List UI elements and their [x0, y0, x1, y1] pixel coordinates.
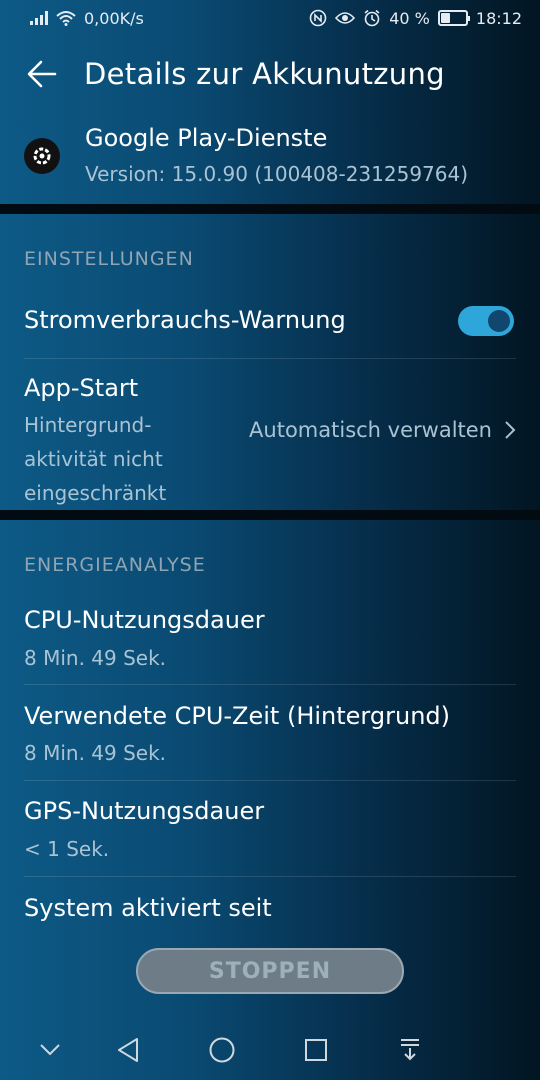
triangle-back-icon — [118, 1038, 138, 1062]
chevron-right-icon — [505, 421, 516, 439]
row-separator — [24, 684, 516, 685]
wifi-icon — [56, 11, 76, 26]
gear-icon — [33, 147, 51, 165]
alarm-icon — [364, 9, 380, 27]
toggle-knob — [488, 310, 510, 332]
app-start-value-text: Automatisch verwalten — [249, 418, 492, 442]
app-info: Google Play-Dienste Version: 15.0.90 (10… — [0, 120, 540, 200]
app-bar: Details zur Akkunutzung — [0, 46, 540, 102]
cpu-background-label: Verwendete CPU-Zeit (Hintergrund) — [24, 702, 450, 730]
section-label-settings: EINSTELLUNGEN — [24, 248, 194, 270]
signal-icon — [30, 11, 48, 25]
square-recents-icon — [305, 1039, 327, 1061]
arrow-left-icon — [27, 60, 57, 88]
nav-hide-button[interactable] — [32, 1032, 68, 1068]
nfc-icon — [309, 9, 327, 27]
app-icon — [24, 138, 60, 174]
status-bar: 0,00K/s 40 % 18:12 — [0, 0, 540, 36]
page-title: Details zur Akkunutzung — [84, 57, 445, 91]
row-separator — [24, 876, 516, 877]
app-start-value[interactable]: Automatisch verwalten — [249, 418, 516, 442]
power-warning-toggle[interactable] — [458, 306, 514, 336]
nav-home-button[interactable] — [204, 1032, 240, 1068]
eye-icon — [335, 12, 356, 24]
cpu-background-value: 8 Min. 49 Sek. — [24, 741, 167, 765]
navigation-bar — [0, 1020, 540, 1080]
section-divider — [0, 510, 540, 520]
battery-percent: 40 % — [389, 8, 430, 28]
row-separator — [24, 358, 516, 359]
battery-level-fill — [440, 13, 451, 23]
section-divider — [0, 204, 540, 214]
chevron-down-icon — [40, 1044, 60, 1056]
stop-button[interactable]: STOPPEN — [136, 948, 404, 994]
nav-notifications-button[interactable] — [392, 1032, 428, 1068]
section-label-energy: ENERGIEANALYSE — [24, 554, 206, 576]
app-version: Version: 15.0.90 (100408-231259764) — [85, 162, 469, 186]
nav-back-button[interactable] — [110, 1032, 146, 1068]
row-separator — [24, 780, 516, 781]
system-active-label: System aktiviert seit — [24, 894, 272, 922]
cpu-usage-label: CPU-Nutzungsdauer — [24, 606, 265, 634]
app-start-description: Hintergrund-aktivität nicht eingeschränk… — [24, 413, 167, 505]
gps-usage-label: GPS-Nutzungsdauer — [24, 797, 265, 825]
back-button[interactable] — [0, 46, 84, 102]
gps-usage-value: < 1 Sek. — [24, 837, 110, 861]
status-left: 0,00K/s — [30, 9, 144, 28]
app-name: Google Play-Dienste — [85, 124, 328, 152]
status-right: 40 % 18:12 — [309, 9, 522, 28]
nav-recents-button[interactable] — [298, 1032, 334, 1068]
cpu-usage-value: 8 Min. 49 Sek. — [24, 646, 167, 670]
pull-down-icon — [401, 1039, 419, 1061]
network-speed: 0,00K/s — [84, 8, 144, 28]
app-start-label[interactable]: App-Start — [24, 374, 138, 402]
power-warning-label[interactable]: Stromverbrauchs-Warnung — [24, 306, 346, 334]
clock: 18:12 — [475, 8, 522, 28]
battery-icon — [437, 10, 470, 26]
circle-home-icon — [209, 1037, 235, 1063]
